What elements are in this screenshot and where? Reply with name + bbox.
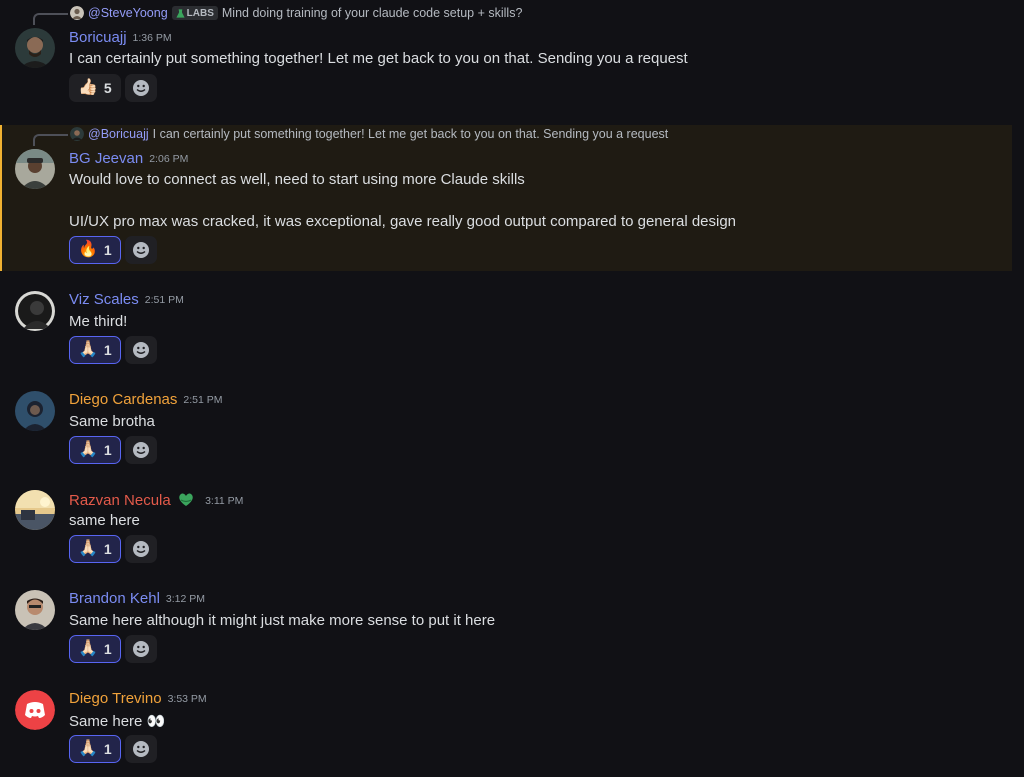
folded-hands-icon: 🙏🏻 (78, 441, 98, 458)
smiley-icon (132, 80, 149, 96)
timestamp: 2:06 PM (149, 153, 189, 165)
username[interactable]: Boricuajj 1:36 PM (69, 29, 172, 46)
message-text: Would love to connect as well, need to s… (69, 171, 525, 188)
reaction-button[interactable]: 👍🏻 5 (69, 74, 121, 102)
avatar[interactable] (15, 391, 55, 431)
reply-avatar-icon (70, 127, 84, 141)
add-reaction-button[interactable] (124, 436, 157, 464)
reaction-bar: 🙏🏻 1 (69, 535, 157, 563)
message-text: Same here 👀 (69, 713, 166, 730)
folded-hands-icon: 🙏🏻 (78, 740, 98, 757)
avatar[interactable] (15, 490, 55, 530)
reaction-bar: 👍🏻 5 (69, 74, 157, 102)
mention-highlight-bar (0, 125, 2, 271)
flask-icon (176, 8, 185, 18)
reply-mention[interactable]: @Boricuajj (88, 127, 149, 141)
labs-tag: LABS (171, 6, 218, 20)
message-item: Viz Scales 2:51 PM Me third! 🙏🏻 1 (0, 285, 1012, 375)
reaction-count: 1 (103, 641, 112, 657)
discord-logo-icon (15, 690, 55, 730)
folded-hands-icon: 🙏🏻 (78, 341, 98, 358)
smiley-icon (132, 641, 149, 657)
reaction-button[interactable]: 🙏🏻 1 (69, 336, 121, 364)
add-reaction-button[interactable] (124, 635, 157, 663)
username[interactable]: BG Jeevan 2:06 PM (69, 150, 188, 167)
message-item: Brandon Kehl 3:12 PM Same here although i… (0, 584, 1012, 674)
reaction-count: 1 (103, 242, 112, 258)
smiley-icon (132, 242, 149, 258)
reply-avatar-icon (70, 6, 84, 20)
reaction-bar: 🙏🏻 1 (69, 336, 157, 364)
message-text: I can certainly put something together! … (69, 50, 688, 67)
username[interactable]: Diego Trevino 3:53 PM (69, 690, 207, 707)
folded-hands-icon: 🙏🏻 (78, 640, 98, 657)
labs-tag-label: LABS (186, 7, 214, 19)
folded-hands-icon: 🙏🏻 (78, 540, 98, 557)
reaction-bar: 🙏🏻 1 (69, 436, 157, 464)
avatar[interactable] (15, 28, 55, 68)
reply-spine (33, 13, 68, 25)
avatar[interactable] (15, 690, 55, 730)
avatar[interactable] (15, 590, 55, 630)
reaction-button[interactable]: 🙏🏻 1 (69, 635, 121, 663)
timestamp: 2:51 PM (144, 294, 184, 306)
reply-mention[interactable]: @SteveYoong (88, 6, 168, 20)
reaction-button[interactable]: 🙏🏻 1 (69, 436, 121, 464)
reaction-button[interactable]: 🙏🏻 1 (69, 535, 121, 563)
add-reaction-button[interactable] (124, 735, 157, 763)
timestamp: 3:11 PM (205, 495, 244, 507)
reaction-count: 1 (103, 442, 112, 458)
message-item: @SteveYoong LABS Mind doing training of … (0, 0, 1012, 110)
reply-spine (33, 134, 68, 146)
message-text: Same here although it might just make mo… (69, 612, 496, 629)
username[interactable]: Diego Cardenas 2:51 PM (69, 391, 223, 408)
reply-text: Mind doing training of your claude code … (221, 6, 523, 20)
smiley-icon (132, 342, 149, 358)
reaction-count: 1 (103, 741, 112, 757)
username[interactable]: Razvan Necula 3:11 PM (69, 490, 243, 509)
timestamp: 1:36 PM (132, 32, 172, 44)
message-text: Me third! (69, 313, 128, 330)
timestamp: 3:53 PM (167, 693, 207, 705)
avatar[interactable] (15, 291, 55, 331)
smiley-icon (132, 442, 149, 458)
username[interactable]: Viz Scales 2:51 PM (69, 291, 184, 308)
role-badge-icon (179, 493, 193, 506)
reaction-bar: 🙏🏻 1 (69, 635, 157, 663)
reaction-button[interactable]: 🔥 1 (69, 236, 121, 264)
timestamp: 3:12 PM (165, 593, 206, 605)
reaction-bar: 🔥 1 (69, 236, 157, 264)
fire-icon: 🔥 (78, 241, 98, 258)
smiley-icon (132, 541, 149, 557)
message-text: Same brotha (69, 413, 155, 430)
avatar[interactable] (15, 149, 55, 189)
message-item-highlighted: @Boricuajj I can certainly put something… (0, 125, 1012, 271)
smiley-icon (132, 741, 149, 757)
reaction-count: 1 (103, 541, 112, 557)
add-reaction-button[interactable] (124, 236, 157, 264)
add-reaction-button[interactable] (124, 74, 157, 102)
message-text: same here (69, 512, 140, 529)
message-item: Razvan Necula 3:11 PM same here 🙏🏻 1 (0, 484, 1012, 574)
thumbs-up-icon: 👍🏻 (78, 79, 98, 96)
reaction-button[interactable]: 🙏🏻 1 (69, 735, 121, 763)
reaction-bar: 🙏🏻 1 (69, 735, 157, 763)
message-text: UI/UX pro max was cracked, it was except… (69, 213, 737, 230)
timestamp: 2:51 PM (183, 394, 223, 406)
reply-text: I can certainly put something together! … (152, 127, 669, 141)
reaction-count: 5 (103, 80, 112, 96)
message-item: Diego Trevino 3:53 PM Same here 👀 🙏🏻 1 (0, 684, 1012, 777)
add-reaction-button[interactable] (124, 336, 157, 364)
username[interactable]: Brandon Kehl 3:12 PM (69, 590, 205, 607)
add-reaction-button[interactable] (124, 535, 157, 563)
reaction-count: 1 (103, 342, 112, 358)
message-item: Diego Cardenas 2:51 PM Same brotha 🙏🏻 1 (0, 385, 1012, 475)
